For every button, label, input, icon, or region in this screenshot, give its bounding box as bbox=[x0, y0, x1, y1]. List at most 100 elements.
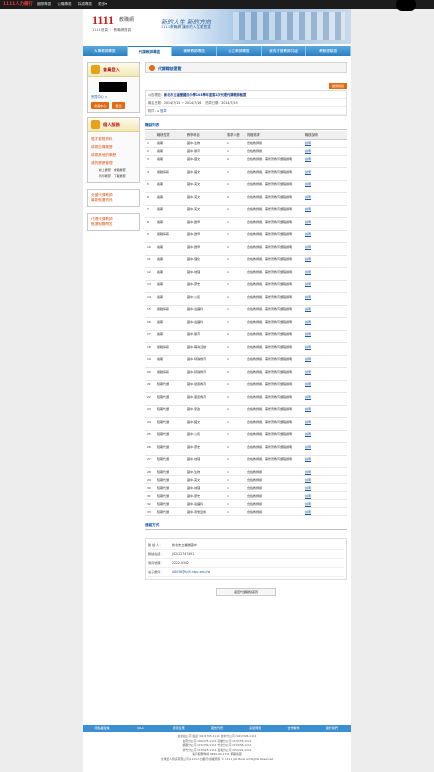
detail-link[interactable]: 說明 bbox=[303, 467, 347, 476]
detail-link[interactable]: 說明 bbox=[303, 392, 347, 406]
nav-tab-active[interactable]: 代課教師專區 bbox=[127, 46, 173, 56]
table-cell: 國中-特殊教育 bbox=[185, 355, 225, 368]
menu-item[interactable]: 我的履歷管理 bbox=[91, 159, 136, 167]
menu-item[interactable]: 徵才瀏覽資料 bbox=[91, 135, 136, 143]
detail-link[interactable]: 說明 bbox=[303, 292, 347, 306]
table-cell: 留職停薪 bbox=[155, 342, 185, 356]
footer-link[interactable]: 廣告刊登 bbox=[198, 725, 236, 732]
detail-link[interactable]: 說明 bbox=[303, 491, 347, 500]
top-link[interactable]: 公職專區 bbox=[57, 2, 71, 7]
nav-tab[interactable]: 教甄經驗區 bbox=[306, 46, 352, 56]
table-cell: 1 bbox=[225, 483, 245, 492]
table-row: 20 留職停薪 國中-特殊教育 2 合格教師證、需修習教育課程證明 說明 bbox=[145, 367, 347, 381]
logout-button[interactable]: 登出 bbox=[112, 102, 125, 109]
footer-link[interactable]: Q&A bbox=[121, 725, 159, 732]
table-cell: 短期代課 bbox=[155, 483, 185, 492]
table-cell: 14 bbox=[145, 292, 155, 306]
login-box: 會員登入 會員中心 > 會員中心 登出 bbox=[87, 62, 140, 113]
table-cell: 12 bbox=[145, 267, 155, 281]
detail-link[interactable]: 說明 bbox=[303, 417, 347, 431]
avatar[interactable] bbox=[396, 0, 416, 11]
col-header: 職缺性質 bbox=[155, 131, 185, 140]
page-title: 代課職缺瀏覽 bbox=[158, 66, 182, 71]
top-link-more[interactable]: 更多▾ bbox=[98, 2, 107, 7]
submenu-item[interactable]: ‧ 列印履歷 ‧ 下載履歷 bbox=[91, 173, 136, 179]
nav-tab[interactable]: 補教教師專區 bbox=[172, 46, 218, 56]
site-sublinks[interactable]: 1111首頁 ｜ 教職網首頁 bbox=[92, 28, 131, 33]
detail-link[interactable]: 說明 bbox=[303, 499, 347, 508]
detail-link[interactable]: 說明 bbox=[303, 442, 347, 456]
detail-link[interactable]: 說明 bbox=[303, 192, 347, 206]
detail-link[interactable]: 說明 bbox=[303, 367, 347, 381]
contact-label: 傳真號碼： bbox=[148, 561, 164, 565]
detail-link[interactable]: 說明 bbox=[303, 139, 347, 148]
table-cell: 24 bbox=[145, 417, 155, 431]
table-cell: 短期代課 bbox=[155, 507, 185, 516]
menu-item[interactable]: 填寫自傳履歷 bbox=[91, 143, 136, 151]
job-info: 公告標題：新北市立福營國民中學103學年度第2次代理代課教師甄選 報名日期：20… bbox=[145, 90, 347, 116]
person-icon bbox=[91, 120, 100, 129]
detail-link[interactable]: 說明 bbox=[303, 483, 347, 492]
table-cell: 國中-健康教育 bbox=[185, 380, 225, 393]
table-cell: 1 bbox=[225, 255, 245, 268]
info-label: 公告標題： bbox=[148, 93, 164, 97]
table-cell: 合格教師證、需修習教育課程證明 bbox=[245, 267, 303, 281]
promo-link[interactable]: 最新甄選資訊 bbox=[91, 198, 136, 203]
nav-tab[interactable]: 公立教師專區 bbox=[217, 46, 262, 56]
detail-link[interactable]: 說明 bbox=[303, 380, 347, 393]
table-cell: 國中-公民 bbox=[185, 292, 225, 306]
footer-link[interactable]: 隱私權政策 bbox=[83, 725, 121, 732]
nav-tab[interactable]: 我的才藝教師共組 bbox=[262, 46, 307, 56]
detail-link[interactable]: 說明 bbox=[303, 330, 347, 343]
top-logo[interactable]: 1111人力銀行 bbox=[3, 1, 33, 7]
footer-link[interactable]: 意見反應 bbox=[160, 725, 198, 732]
table-cell: 短期代課 bbox=[155, 380, 185, 393]
detail-link[interactable]: 說明 bbox=[303, 405, 347, 418]
detail-link[interactable]: 說明 bbox=[303, 167, 347, 181]
detail-link[interactable]: 說明 bbox=[303, 230, 347, 243]
section-title: 職缺列表 bbox=[145, 123, 347, 130]
detail-link[interactable]: 說明 bbox=[303, 255, 347, 268]
promo-link[interactable]: 甄選相關問答 bbox=[91, 222, 136, 227]
detail-link[interactable]: 說明 bbox=[303, 147, 347, 156]
email-link[interactable]: A8036@fyjh.ntpc.edu.tw bbox=[172, 570, 210, 574]
detail-link[interactable]: 說明 bbox=[303, 355, 347, 368]
table-cell: 長期 bbox=[155, 180, 185, 193]
nav-tab[interactable]: 大專教師專區 bbox=[83, 46, 128, 56]
detail-link[interactable]: 說明 bbox=[303, 475, 347, 484]
detail-link[interactable]: 說明 bbox=[303, 280, 347, 293]
table-cell: 合格教師證、需修習教育課程證明 bbox=[245, 392, 303, 406]
table-cell: 國中-英文 bbox=[185, 475, 225, 484]
site-logo[interactable]: 1111 bbox=[92, 13, 114, 28]
menu-item[interactable]: 填寫其他的學歷 bbox=[91, 151, 136, 159]
detail-link[interactable]: 說明 bbox=[303, 205, 347, 218]
attachment-link[interactable]: ▸ 簡章 bbox=[158, 109, 167, 113]
detail-link[interactable]: 說明 bbox=[303, 180, 347, 193]
detail-link[interactable]: 說明 bbox=[303, 455, 347, 468]
top-link[interactable]: 國際專區 bbox=[37, 2, 51, 7]
info-label: 簡章日期： bbox=[205, 101, 222, 105]
detail-link[interactable]: 說明 bbox=[303, 305, 347, 318]
detail-link[interactable]: 說明 bbox=[303, 507, 347, 516]
detail-link[interactable]: 說明 bbox=[303, 155, 347, 168]
detail-link[interactable]: 說明 bbox=[303, 242, 347, 256]
detail-link[interactable]: 說明 bbox=[303, 317, 347, 331]
footer-link[interactable]: 關於我們 bbox=[313, 725, 351, 732]
detail-link[interactable]: 說明 bbox=[303, 267, 347, 281]
close-window-button[interactable]: 關閉視窗 bbox=[328, 83, 347, 89]
back-home-button[interactable]: 返回代課職缺首頁 bbox=[216, 588, 276, 596]
contact-label: 聯絡電話： bbox=[148, 552, 164, 556]
detail-link[interactable]: 說明 bbox=[303, 430, 347, 443]
table-cell: 2 bbox=[145, 147, 155, 156]
member-center-link[interactable]: 會員中心 > bbox=[91, 94, 136, 99]
footer-link[interactable]: 系統問題 bbox=[236, 725, 274, 732]
footer-link[interactable]: 合作夥伴 bbox=[274, 725, 312, 732]
detail-link[interactable]: 說明 bbox=[303, 342, 347, 356]
table-row: 5 長期 國中-英文 1 合格教師證、需修習教育課程證明 說明 bbox=[145, 180, 347, 193]
table-cell: 22 bbox=[145, 392, 155, 406]
detail-link[interactable]: 說明 bbox=[303, 217, 347, 231]
table-cell: 2 bbox=[225, 155, 245, 168]
member-center-button[interactable]: 會員中心 bbox=[91, 102, 110, 109]
table-cell: 國中-英文 bbox=[185, 192, 225, 206]
top-link[interactable]: 採認專區 bbox=[78, 2, 92, 7]
